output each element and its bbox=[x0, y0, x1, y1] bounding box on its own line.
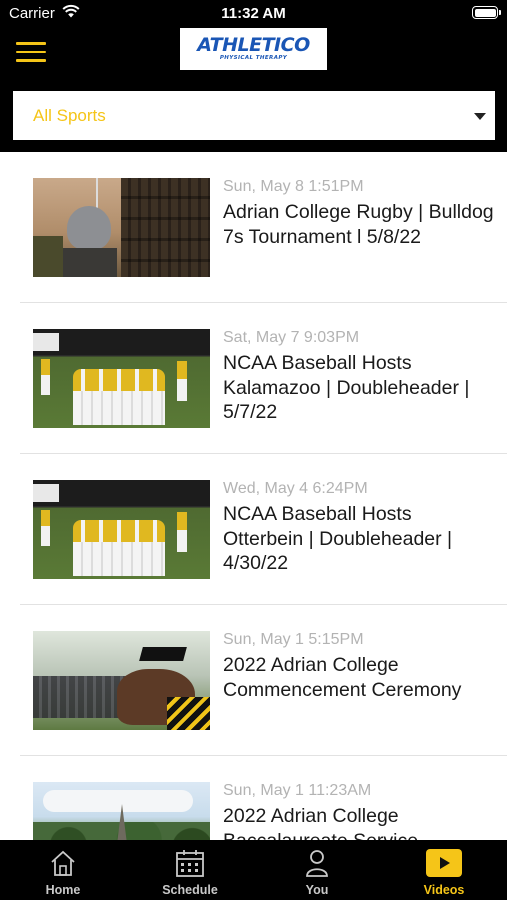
person-icon bbox=[306, 850, 328, 877]
video-item[interactable]: Sun, May 1 5:15PM 2022 Adrian College Co… bbox=[20, 605, 507, 756]
video-thumbnail bbox=[33, 782, 210, 840]
video-item[interactable]: Sun, May 8 1:51PM Adrian College Rugby |… bbox=[20, 152, 507, 303]
tab-label: Videos bbox=[423, 883, 465, 897]
tab-schedule[interactable]: Schedule bbox=[127, 840, 253, 900]
video-date: Sat, May 7 9:03PM bbox=[223, 329, 360, 346]
app-header: ATHLETICO PHYSICAL THERAPY bbox=[0, 28, 507, 76]
logo-text: ATHLETICO bbox=[197, 34, 310, 56]
tab-videos[interactable]: Videos bbox=[381, 840, 507, 900]
video-title: NCAA Baseball Hosts Kalamazoo | Doublehe… bbox=[223, 352, 470, 423]
video-thumbnail bbox=[33, 480, 210, 579]
video-thumbnail bbox=[33, 329, 210, 428]
video-title: Adrian College Rugby | Bulldog 7s Tourna… bbox=[223, 201, 494, 248]
video-thumbnail bbox=[33, 631, 210, 730]
video-item[interactable]: Sun, May 1 11:23AM 2022 Adrian College B… bbox=[20, 756, 507, 840]
play-icon bbox=[426, 849, 462, 877]
video-item[interactable]: Sat, May 7 9:03PM NCAA Baseball Hosts Ka… bbox=[20, 303, 507, 454]
video-title: 2022 Adrian College Commencement Ceremon… bbox=[223, 654, 462, 701]
logo-subtext: PHYSICAL THERAPY bbox=[219, 55, 288, 61]
sport-filter-dropdown[interactable]: All Sports bbox=[13, 91, 495, 140]
tab-label: Schedule bbox=[162, 883, 218, 897]
tab-label: You bbox=[305, 883, 329, 897]
status-bar: Carrier 11:32 AM bbox=[0, 0, 507, 28]
calendar-icon bbox=[176, 850, 204, 877]
house-icon bbox=[51, 850, 75, 876]
video-date: Sun, May 1 11:23AM bbox=[223, 782, 372, 799]
tab-bar: Home Schedule You Videos bbox=[0, 840, 507, 900]
video-date: Wed, May 4 6:24PM bbox=[223, 480, 368, 497]
video-thumbnail bbox=[33, 178, 210, 277]
video-title: NCAA Baseball Hosts Otterbein | Doublehe… bbox=[223, 503, 453, 574]
filter-bar: All Sports bbox=[0, 76, 507, 152]
video-item[interactable]: Wed, May 4 6:24PM NCAA Baseball Hosts Ot… bbox=[20, 454, 507, 605]
tab-label: Home bbox=[45, 883, 81, 897]
caret-down-icon bbox=[474, 113, 486, 120]
video-list[interactable]: Sun, May 8 1:51PM Adrian College Rugby |… bbox=[0, 152, 507, 840]
sport-filter-value: All Sports bbox=[33, 106, 106, 125]
video-date: Sun, May 8 1:51PM bbox=[223, 178, 364, 195]
tab-home[interactable]: Home bbox=[0, 840, 126, 900]
video-title: 2022 Adrian College Baccalaureate Servic… bbox=[223, 805, 418, 840]
hamburger-menu-icon[interactable] bbox=[16, 42, 46, 62]
athletico-logo: ATHLETICO PHYSICAL THERAPY bbox=[180, 28, 327, 70]
tab-you[interactable]: You bbox=[254, 840, 380, 900]
video-date: Sun, May 1 5:15PM bbox=[223, 631, 364, 648]
battery-icon bbox=[472, 6, 501, 19]
clock: 11:32 AM bbox=[221, 5, 286, 22]
